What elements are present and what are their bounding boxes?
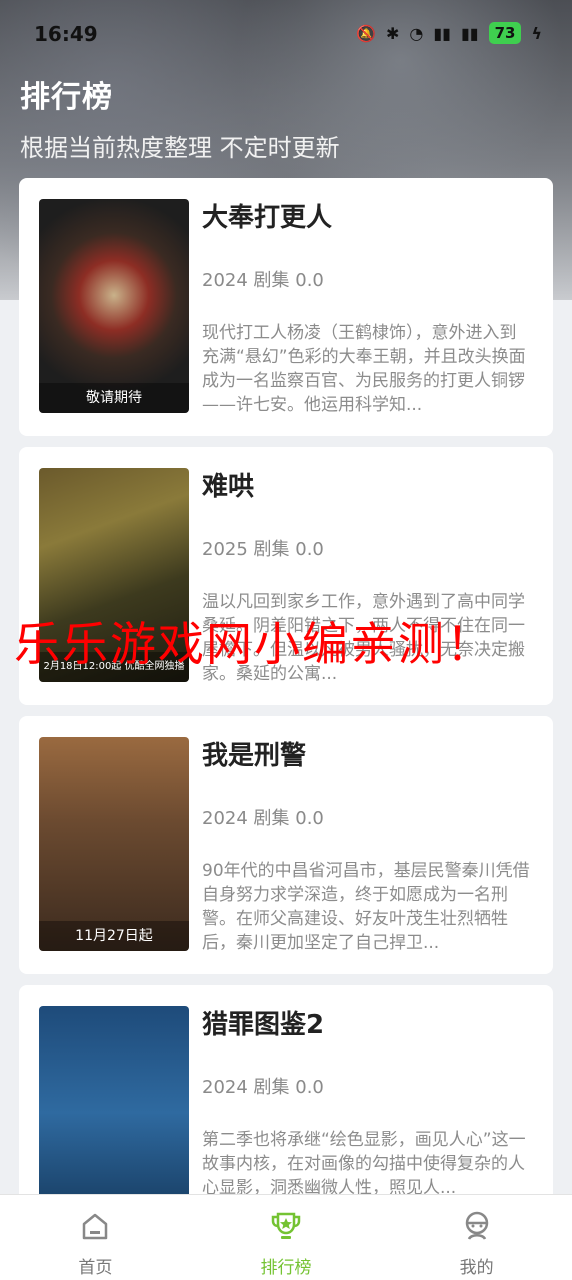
wifi-icon: ◔ — [409, 23, 424, 43]
home-icon — [83, 1213, 108, 1240]
show-meta: 2024 剧集 0.0 — [202, 1077, 324, 1098]
show-title: 猎罪图鉴2 — [202, 1010, 325, 1040]
page-subtitle: 根据当前热度整理 不定时更新 — [20, 134, 340, 162]
watermark-text: 乐乐游戏网小编亲测！ — [14, 617, 494, 671]
charging-icon: ϟ — [531, 23, 542, 43]
show-meta: 2024 剧集 0.0 — [202, 270, 324, 291]
tab-home[interactable]: 首页 — [0, 1195, 191, 1280]
tab-ranking[interactable]: 排行榜 — [191, 1195, 382, 1280]
status-time: 16:49 — [34, 22, 98, 46]
poster-image: 敬请期待 — [39, 199, 189, 413]
status-bar: 16:49 🔕 ✱ ◔ ▮▮ ▮▮ 73 ϟ — [0, 18, 572, 50]
mute-icon: 🔕 — [356, 23, 376, 43]
show-description: 90年代的中昌省河昌市，基层民警秦川凭借自身努力求学深造，终于如愿成为一名刑警。… — [202, 861, 530, 953]
poster-tag: 11月27日起 — [39, 921, 189, 951]
ranking-card[interactable]: 敬请期待 大奉打更人 2024 剧集 0.0 现代打工人杨凌（王鹤棣饰），意外进… — [19, 178, 553, 436]
tab-label: 排行榜 — [260, 1258, 312, 1278]
tab-label: 我的 — [459, 1258, 494, 1278]
battery-level: 73 — [488, 22, 522, 44]
bluetooth-icon: ✱ — [385, 23, 400, 43]
show-title: 我是刑警 — [202, 741, 307, 771]
profile-icon — [465, 1211, 488, 1240]
show-meta: 2024 剧集 0.0 — [202, 808, 324, 829]
signal-icon: ▮▮ — [433, 23, 451, 43]
tab-label: 首页 — [78, 1258, 113, 1278]
signal-icon: ▮▮ — [460, 23, 479, 43]
status-icons: 🔕 ✱ ◔ ▮▮ ▮▮ 73 ϟ — [356, 22, 542, 44]
show-meta: 2025 剧集 0.0 — [202, 539, 324, 560]
bottom-tab-bar: 首页 排行榜 我的 — [0, 1194, 572, 1280]
trophy-icon — [271, 1212, 301, 1239]
poster-tag: 敬请期待 — [39, 383, 189, 413]
tab-profile[interactable]: 我的 — [381, 1195, 572, 1280]
ranking-list: 敬请期待 大奉打更人 2024 剧集 0.0 现代打工人杨凌（王鹤棣饰），意外进… — [19, 178, 553, 1254]
show-description: 现代打工人杨凌（王鹤棣饰），意外进入到充满“悬幻”色彩的大奉王朝，并且改头换面成… — [202, 323, 526, 415]
ranking-card[interactable]: 11月27日起 我是刑警 2024 剧集 0.0 90年代的中昌省河昌市，基层民… — [19, 716, 553, 974]
show-title: 大奉打更人 — [202, 203, 333, 233]
poster-image: 11月27日起 — [39, 737, 189, 951]
show-title: 难哄 — [202, 472, 255, 502]
page-title: 排行榜 — [20, 80, 113, 115]
poster-image — [39, 1006, 189, 1220]
